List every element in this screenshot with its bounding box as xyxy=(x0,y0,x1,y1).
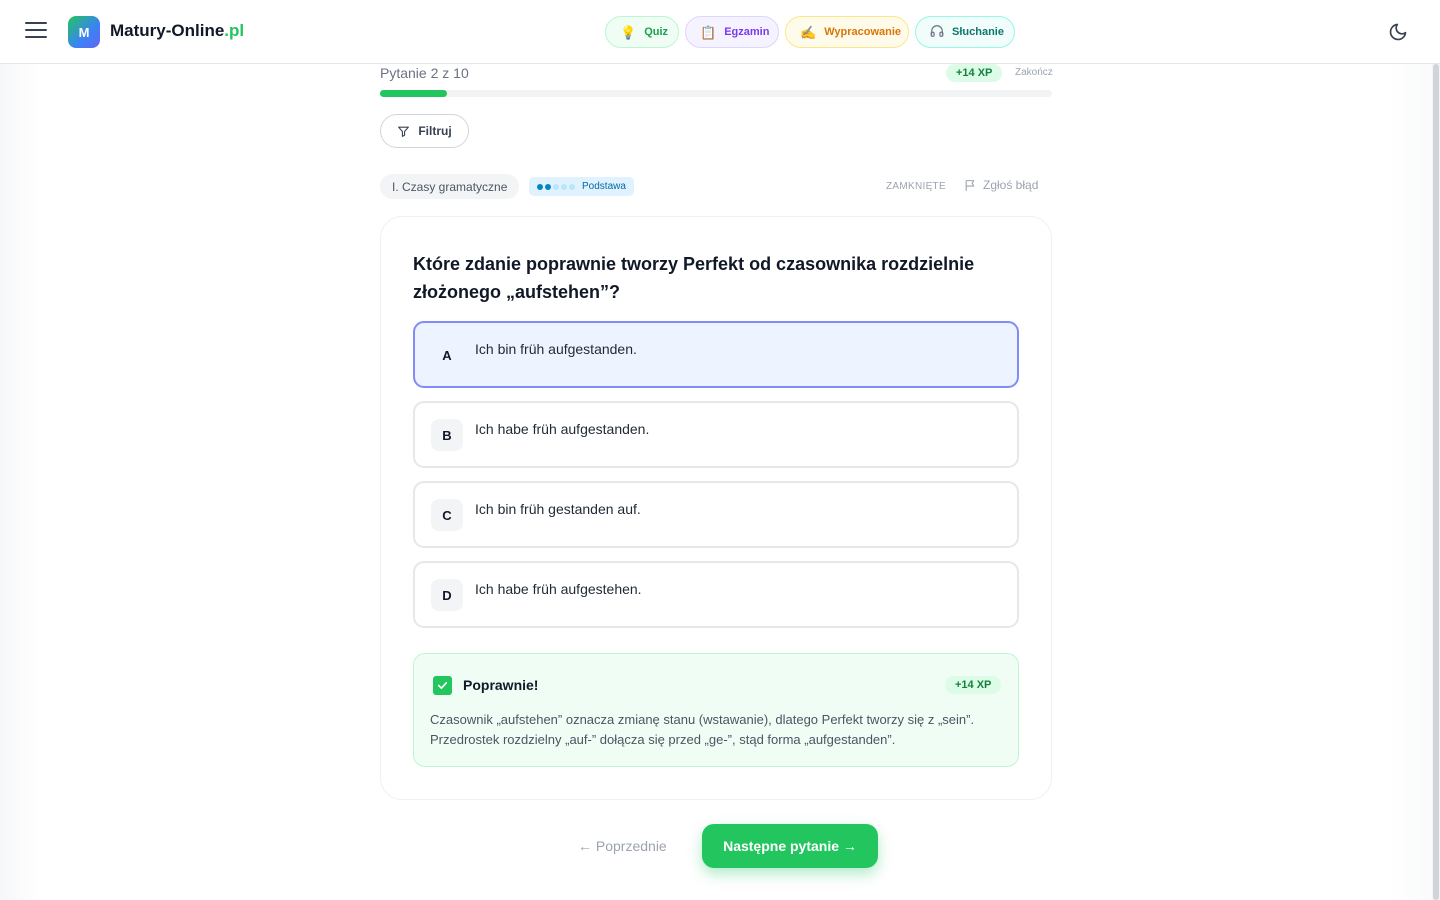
answer-option-d[interactable]: D Ich habe früh aufgestehen. xyxy=(413,561,1019,628)
top-header: M Matury-Online.pl 💡 Quiz 📋 Egzamin ✍️ W… xyxy=(0,0,1440,64)
dark-mode-toggle-icon[interactable] xyxy=(1388,22,1408,42)
xp-badge: +14 XP xyxy=(946,64,1003,82)
option-text: Ich bin früh gestanden auf. xyxy=(475,501,641,517)
hamburger-menu-icon[interactable] xyxy=(25,22,47,40)
mode-quiz-button[interactable]: 💡 Quiz xyxy=(605,16,679,48)
flag-icon xyxy=(965,179,975,191)
headphones-icon xyxy=(930,24,944,40)
writing-hand-icon: ✍️ xyxy=(800,24,817,40)
next-question-button[interactable]: Następne pytanie → xyxy=(702,824,878,868)
feedback-title: Poprawnie! xyxy=(463,677,539,693)
scrollbar[interactable] xyxy=(1432,64,1440,900)
mode-exam-button[interactable]: 📋 Egzamin xyxy=(685,16,779,48)
finish-link[interactable]: Zakończ xyxy=(1015,67,1053,78)
answer-option-c[interactable]: C Ich bin früh gestanden auf. xyxy=(413,481,1019,548)
logo-tld: .pl xyxy=(224,21,245,40)
option-letter: A xyxy=(431,339,463,371)
option-text: Ich habe früh aufgestehen. xyxy=(475,581,642,597)
filter-label: Filtruj xyxy=(418,124,452,138)
clipboard-icon: 📋 xyxy=(700,24,717,40)
mode-listening-label: Słuchanie xyxy=(952,26,1004,38)
mode-essay-label: Wypracowanie xyxy=(824,26,902,38)
level-dot xyxy=(569,183,575,190)
mode-listening-button[interactable]: Słuchanie xyxy=(915,16,1015,48)
previous-button[interactable]: ← Poprzednie xyxy=(578,838,667,854)
lightbulb-icon: 💡 xyxy=(620,24,637,40)
option-text: Ich bin früh aufgestanden. xyxy=(475,341,637,357)
filter-button[interactable]: Filtruj xyxy=(380,114,469,148)
question-counter: Pytanie 2 z 10 xyxy=(380,65,469,81)
answer-option-a[interactable]: A Ich bin früh aufgestanden. xyxy=(413,321,1019,388)
level-dot xyxy=(545,183,551,190)
level-label: Podstawa xyxy=(582,181,626,192)
progress-bar xyxy=(380,90,1052,97)
mode-exam-label: Egzamin xyxy=(724,26,770,38)
option-text: Ich habe früh aufgestanden. xyxy=(475,421,650,437)
scrollbar-thumb[interactable] xyxy=(1433,64,1439,900)
mode-quiz-label: Quiz xyxy=(644,26,669,38)
level-dots xyxy=(537,183,575,190)
feedback-panel: Poprawnie! +14 XP Czasownik „aufstehen” … xyxy=(413,653,1019,767)
question-text: Które zdanie poprawnie tworzy Perfekt od… xyxy=(413,254,975,302)
level-dot xyxy=(553,183,559,190)
option-letter: C xyxy=(431,499,463,531)
level-chip: Podstawa xyxy=(529,177,634,196)
feedback-explanation: Czasownik „aufstehen” oznacza zmianę sta… xyxy=(430,712,975,747)
level-dot xyxy=(561,183,567,190)
logo-name: Matury-Online xyxy=(110,21,225,40)
filter-icon xyxy=(398,126,410,137)
report-error-button[interactable]: Zgłoś błąd xyxy=(964,178,1038,192)
feedback-xp-badge: +14 XP xyxy=(945,676,1002,694)
question-type-label: ZAMKNIĘTE xyxy=(886,181,946,192)
option-letter: D xyxy=(431,579,463,611)
logo-badge[interactable]: M xyxy=(68,16,100,48)
topic-chip: I. Czasy gramatyczne xyxy=(380,174,520,199)
checkmark-icon xyxy=(433,676,452,695)
logo-text[interactable]: Matury-Online.pl xyxy=(110,21,244,41)
progress-fill xyxy=(380,90,448,97)
level-dot xyxy=(537,183,543,190)
report-error-label: Zgłoś błąd xyxy=(983,178,1039,192)
mode-essay-button[interactable]: ✍️ Wypracowanie xyxy=(785,16,909,48)
option-letter: B xyxy=(431,419,463,451)
answer-option-b[interactable]: B Ich habe früh aufgestanden. xyxy=(413,401,1019,468)
